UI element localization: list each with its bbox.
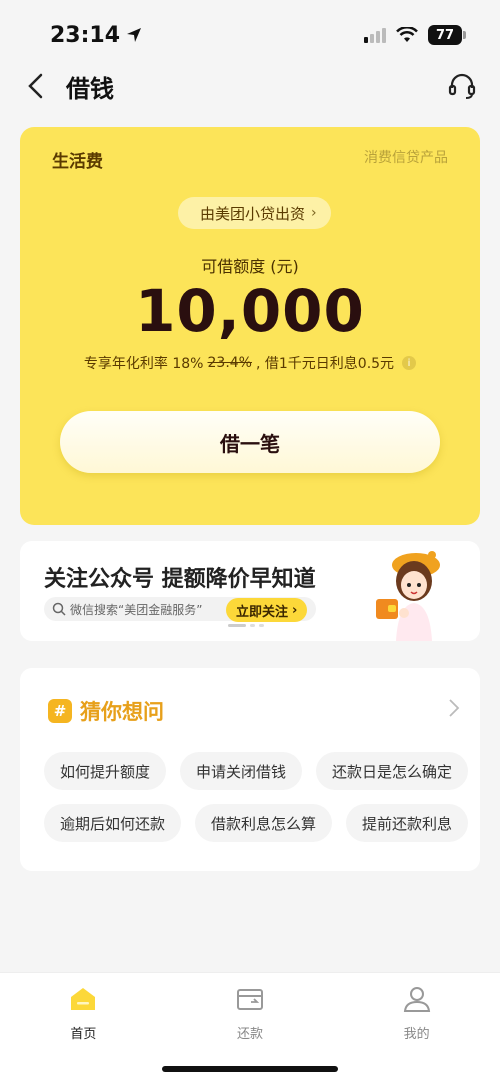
wifi-icon [396, 27, 418, 42]
lender-pill[interactable]: 由美团小贷出资 › [178, 197, 331, 229]
follow-banner[interactable]: 关注公众号 提额降价早知道 微信搜索“美团金融服务” 立即关注 › [20, 541, 480, 641]
headset-icon [448, 73, 476, 99]
credit-amount: 10,000 [135, 277, 365, 345]
follow-button[interactable]: 立即关注 › [226, 598, 308, 622]
product-label: 生活费 [52, 152, 103, 172]
status-time: 23:14 [50, 23, 142, 48]
home-icon [67, 983, 99, 1015]
status-time-text: 23:14 [50, 22, 121, 48]
rate-prefix: 专享年化利率 18% [83, 356, 204, 372]
faq-chip[interactable]: 还款日是怎么确定 [316, 752, 469, 790]
borrow-button[interactable]: 借一笔 [60, 411, 440, 473]
rate-original: 23.4% [207, 355, 252, 371]
info-icon[interactable]: i [402, 356, 417, 370]
chevron-right-icon[interactable] [448, 698, 460, 718]
chevron-right-icon: › [292, 602, 298, 618]
tab-home[interactable]: 首页 [0, 973, 167, 1084]
nav-bar: 借钱 [0, 60, 500, 112]
wallet-icon [234, 983, 266, 1015]
cellular-signal-icon [364, 27, 386, 43]
faq-chips-row2: 逾期后如何还款 借款利息怎么算 提前还款利息 [44, 804, 480, 842]
lender-text: 由美团小贷出资 [200, 204, 306, 223]
user-icon [401, 983, 433, 1015]
tab-repay-label: 还款 [237, 1027, 264, 1042]
mascot-illustration [376, 551, 440, 641]
rate-line: 专享年化利率 18% 23.4% , 借1千元日利息0.5元 i [20, 353, 480, 373]
faq-chip[interactable]: 提前还款利息 [346, 804, 469, 842]
faq-chip[interactable]: 借款利息怎么算 [195, 804, 333, 842]
search-hint-text: 微信搜索“美团金融服务” [70, 602, 203, 617]
faq-section: # 猜你想问 如何提升额度 申请关闭借钱 还款日是怎么确定 逾期后如何还款 借款… [20, 668, 480, 871]
follow-label: 立即关注 [236, 604, 289, 620]
chevron-left-icon [28, 73, 43, 99]
customer-service-button[interactable] [444, 68, 480, 104]
chevron-right-icon: › [311, 205, 317, 221]
back-button[interactable] [20, 66, 50, 106]
battery-level: 77 [435, 27, 455, 43]
home-indicator [162, 1066, 338, 1072]
battery-indicator: 77 [428, 25, 466, 45]
location-arrow-icon [127, 28, 142, 42]
tab-home-label: 首页 [70, 1027, 97, 1042]
quota-label: 可借额度 (元) [201, 257, 299, 276]
tab-mine[interactable]: 我的 [333, 973, 500, 1084]
faq-chip[interactable]: 申请关闭借钱 [180, 752, 303, 790]
faq-chip[interactable]: 如何提升额度 [44, 752, 167, 790]
tab-mine-label: 我的 [403, 1027, 430, 1042]
loan-card: 生活费 消费信贷产品 由美团小贷出资 › 可借额度 (元) 10,000 专享年… [20, 127, 480, 525]
carousel-indicator [228, 624, 264, 627]
rate-suffix: , 借1千元日利息0.5元 [255, 356, 395, 372]
page-title: 借钱 [66, 74, 114, 103]
search-icon [52, 602, 66, 616]
product-type: 消费信贷产品 [364, 150, 448, 166]
faq-title: 猜你想问 [80, 700, 164, 724]
faq-chips-row1: 如何提升额度 申请关闭借钱 还款日是怎么确定 [44, 752, 480, 790]
banner-title: 关注公众号 提额降价早知道 [44, 567, 316, 592]
hashtag-icon: # [48, 699, 72, 723]
faq-chip[interactable]: 逾期后如何还款 [44, 804, 182, 842]
